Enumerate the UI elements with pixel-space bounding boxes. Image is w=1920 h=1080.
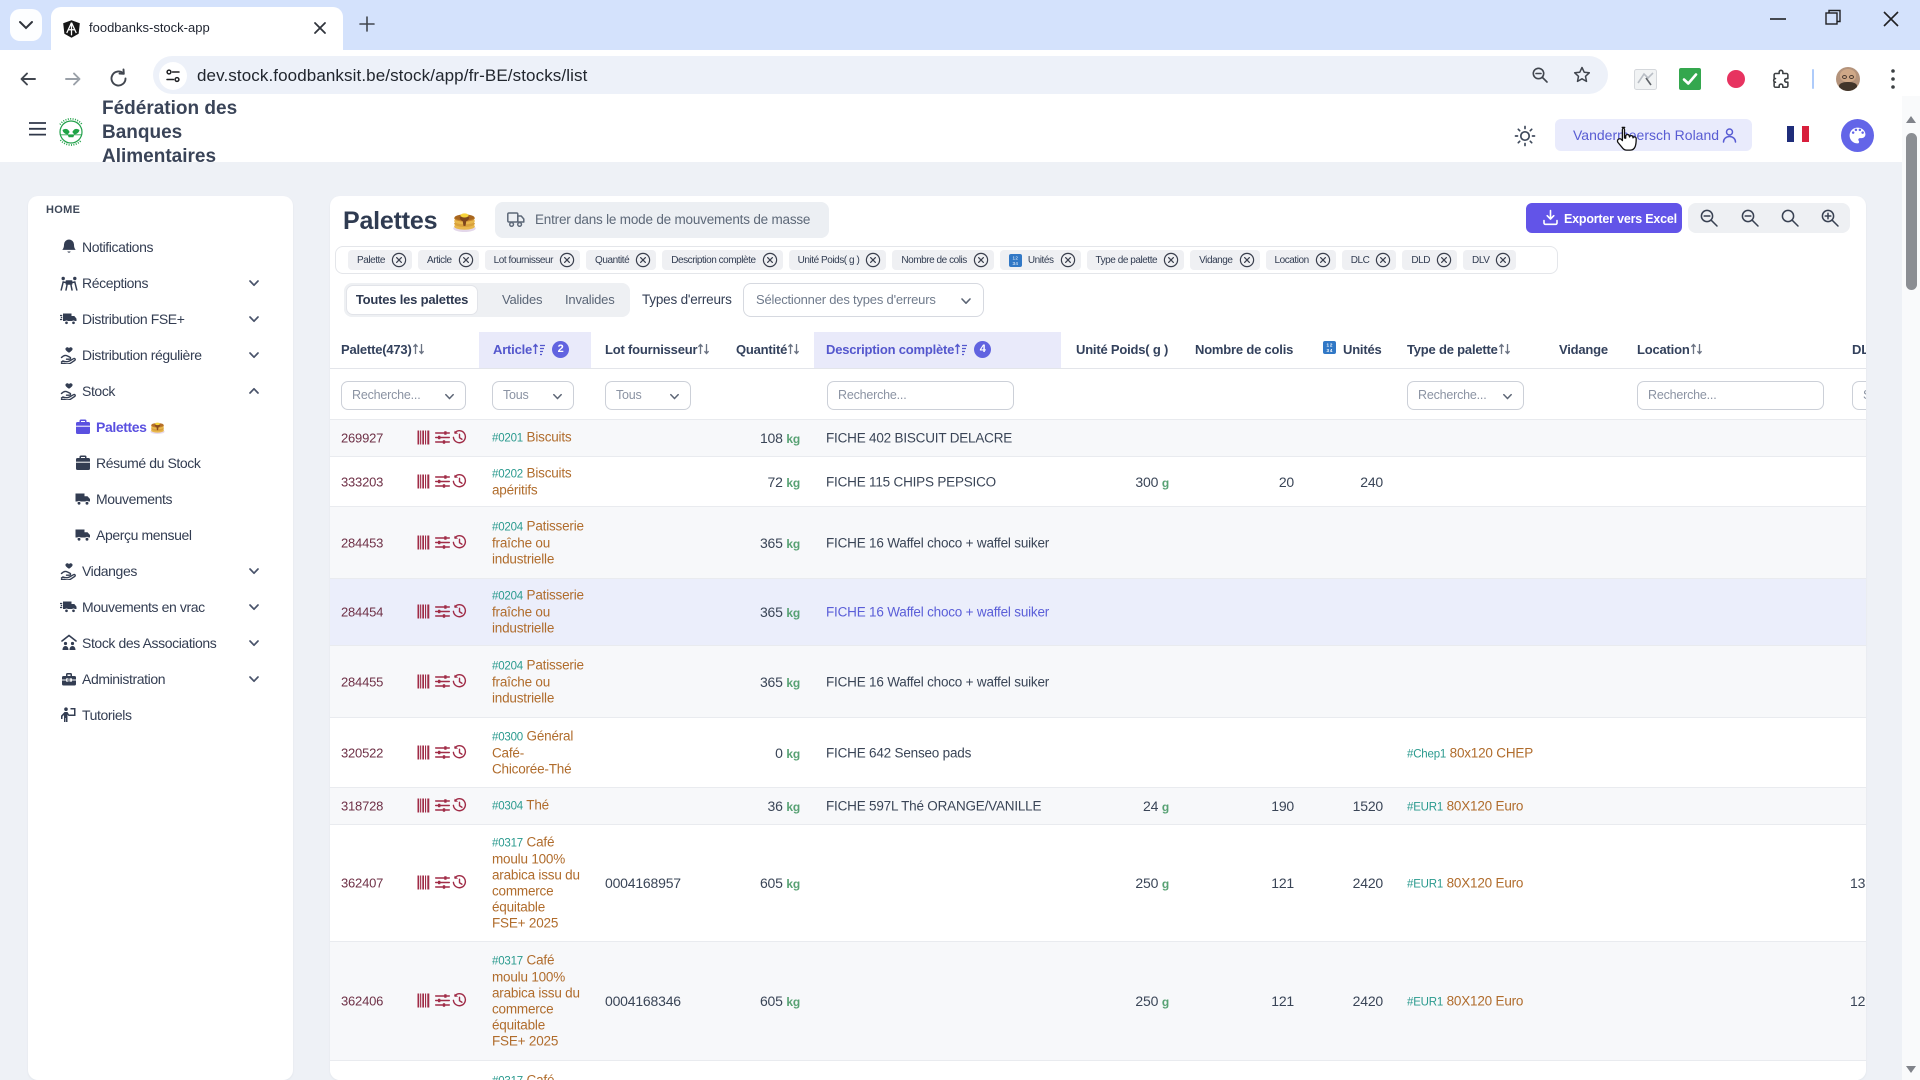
- svg-text:1 2: 1 2: [1327, 343, 1333, 348]
- svg-text:1 2: 1 2: [1012, 255, 1018, 260]
- svg-text:3 4: 3 4: [1327, 348, 1333, 353]
- svg-text:3 4: 3 4: [1012, 261, 1018, 266]
